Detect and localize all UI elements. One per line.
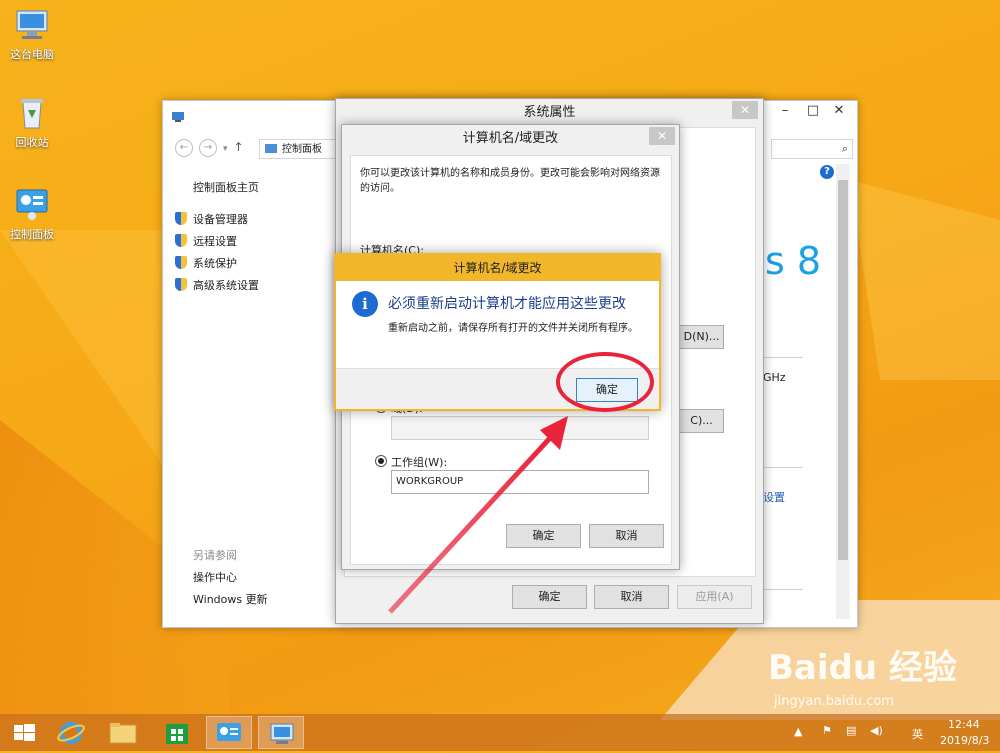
close-button[interactable]: ✕ (825, 101, 853, 121)
sidebar-item-system-protection[interactable]: 系统保护 (175, 253, 259, 275)
shield-icon (175, 278, 187, 291)
desktop-icon-label: 这台电脑 (10, 48, 54, 61)
action-center-flag-icon[interactable]: ⚑ (822, 724, 832, 737)
dialog-title: 系统属性 (523, 105, 576, 120)
dialog-title: 计算机名/域更改 (462, 131, 559, 146)
cancel-button[interactable]: 取消 (589, 524, 664, 548)
desktop-icon-control-panel[interactable]: 控制面板 (2, 188, 62, 242)
shield-icon (175, 212, 187, 225)
shield-icon (175, 256, 187, 269)
help-icon[interactable]: ? (820, 165, 834, 179)
sidebar-tasks: 设备管理器 远程设置 系统保护 高级系统设置 (175, 209, 259, 297)
search-input[interactable]: ⌕ (771, 139, 853, 159)
store-button[interactable] (154, 716, 200, 749)
action-center-link[interactable]: 操作中心 (193, 567, 268, 589)
clock-date[interactable]: 2019/8/3 (940, 734, 989, 747)
button-label: D(N)... (683, 330, 720, 343)
breadcrumb[interactable]: 控制面板 (282, 144, 322, 155)
control-panel-small-icon (264, 143, 278, 163)
windows-logo-text: s 8 (765, 239, 822, 283)
dialog-description: 你可以更改该计算机的名称和成员身份。更改可能会影响对网络资源的访问。 (360, 168, 660, 194)
sidebar-item-label: 高级系统设置 (193, 279, 259, 292)
close-button[interactable]: ✕ (732, 101, 758, 119)
desktop-icon-recycle-bin[interactable]: 回收站 (2, 96, 62, 150)
dialog-title-bar: 系统属性 ✕ (336, 99, 763, 127)
shield-icon (175, 234, 187, 247)
sidebar-item-advanced-settings[interactable]: 高级系统设置 (175, 275, 259, 297)
control-panel-home-link[interactable]: 控制面板主页 (193, 179, 259, 195)
sidebar-item-label: 设备管理器 (193, 213, 248, 226)
up-icon[interactable]: ↑ (234, 140, 244, 154)
alert-title: 计算机名/域更改 (336, 255, 659, 281)
watermark-url: jingyan.baidu.com (774, 694, 894, 709)
volume-icon[interactable]: ◀) (870, 724, 883, 737)
button-label: 取消 (615, 529, 638, 542)
internet-explorer-button[interactable] (48, 716, 94, 749)
change-settings-link[interactable]: 设置 (763, 489, 785, 505)
minimize-button[interactable]: – (771, 101, 799, 121)
watermark-logo: Baidu 经验 (768, 648, 957, 688)
system-properties-taskbar-button[interactable] (258, 716, 304, 749)
see-also-section: 另请参阅 操作中心 Windows 更新 (193, 545, 268, 611)
start-button[interactable] (2, 716, 48, 749)
control-panel-taskbar-button[interactable] (206, 716, 252, 749)
system-icon (270, 723, 294, 744)
desktop-icon-label: 控制面板 (10, 228, 54, 241)
info-icon: i (352, 291, 378, 317)
back-icon[interactable]: ← (175, 139, 193, 157)
annotation-arrow (388, 416, 568, 614)
address-bar[interactable]: 控制面板 (259, 139, 339, 159)
recent-dropdown-icon[interactable]: ▾ (223, 144, 228, 154)
store-icon (166, 724, 188, 744)
highlight-circle (556, 352, 654, 412)
change-button-partial[interactable]: D(N)... (679, 325, 724, 349)
windows-icon (14, 724, 35, 741)
sidebar-item-remote-settings[interactable]: 远程设置 (175, 231, 259, 253)
desktop-icon-this-pc[interactable]: 这台电脑 (2, 8, 62, 62)
taskbar: ▲ ⚑ ▤ ◀) 英 12:44 2019/8/3 (0, 714, 1000, 751)
network-icon[interactable]: ▤ (846, 724, 856, 737)
folder-icon (109, 723, 137, 744)
sidebar-item-label: 远程设置 (193, 235, 237, 248)
dialog-title-bar: 计算机名/域更改 ✕ (342, 125, 679, 153)
processor-speed: GHz (763, 371, 786, 384)
alert-body: 重新启动之前，请保存所有打开的文件并关闭所有程序。 (388, 323, 638, 334)
show-hidden-icons[interactable]: ▲ (794, 725, 802, 738)
control-panel-icon (217, 723, 241, 741)
recycle-bin-icon (14, 96, 50, 130)
control-panel-icon (14, 188, 50, 222)
alert-heading: 必须重新启动计算机才能应用这些更改 (388, 296, 626, 312)
apply-button[interactable]: 应用(A) (677, 585, 752, 609)
cancel-button[interactable]: 取消 (594, 585, 669, 609)
system-icon (171, 111, 185, 126)
sidebar-item-device-manager[interactable]: 设备管理器 (175, 209, 259, 231)
desktop-icon-label: 回收站 (15, 136, 49, 149)
close-button[interactable]: ✕ (649, 127, 675, 145)
scrollbar-thumb[interactable] (838, 180, 848, 560)
forward-icon[interactable]: → (199, 139, 217, 157)
maximize-button[interactable]: □ (799, 101, 827, 121)
sidebar: 控制面板主页 (193, 179, 259, 195)
see-also-title: 另请参阅 (193, 549, 237, 562)
network-id-button-partial[interactable]: C)... (679, 409, 724, 433)
clock-time[interactable]: 12:44 (948, 718, 980, 731)
input-method-indicator[interactable]: 英 (912, 726, 923, 742)
file-explorer-button[interactable] (100, 716, 146, 749)
sidebar-item-label: 系统保护 (193, 257, 237, 270)
wallpaper-shape (850, 180, 1000, 380)
internet-explorer-icon (57, 722, 85, 744)
button-label: 取消 (620, 590, 643, 603)
windows-update-link[interactable]: Windows 更新 (193, 589, 268, 611)
computer-icon (14, 8, 50, 42)
button-label: C)... (690, 414, 713, 427)
search-icon[interactable]: ⌕ (842, 142, 848, 155)
button-label: 应用(A) (695, 590, 734, 603)
